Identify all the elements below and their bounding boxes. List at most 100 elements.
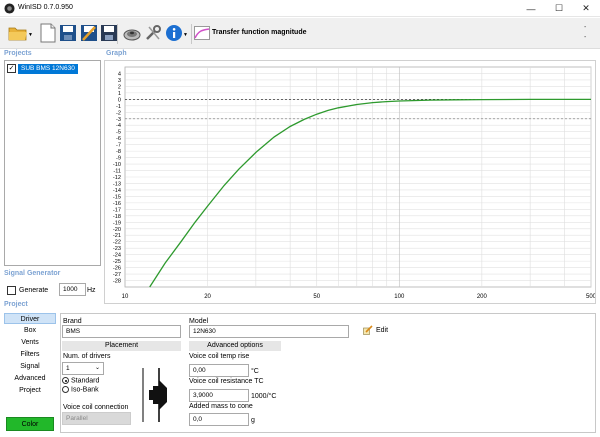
open-folder-button[interactable]	[6, 21, 30, 45]
vc-connection-label: Voice coil connection	[63, 404, 129, 411]
projects-label: Projects	[4, 50, 32, 57]
project-name[interactable]: SUB BMS 12N630	[18, 63, 78, 74]
save-as-icon	[81, 25, 97, 41]
placement-diagram-icon	[142, 368, 167, 422]
list-item[interactable]: ✓ SUB BMS 12N630	[7, 63, 78, 74]
transfer-function-chart[interactable]: 43210-1-2-3-4-5-6-7-8-9-10-11-12-13-14-1…	[105, 61, 597, 303]
vc-temp-unit: °C	[251, 368, 259, 375]
chevron-down-icon[interactable]: ▼	[183, 32, 188, 38]
standard-label: Standard	[71, 377, 100, 385]
graph-panel[interactable]: 4 3 2 1 0 -1 -2 -3 -4 -5 -6 -7 -8 -9 -10 -11 -12 -13 -14 -1…	[104, 60, 597, 304]
frequency-unit: Hz	[87, 287, 96, 294]
x-tick-label: 100	[394, 294, 405, 300]
y-tick-label: -26	[113, 266, 121, 272]
info-icon	[166, 25, 182, 41]
projects-list: ✓ SUB BMS 12N630	[4, 60, 101, 266]
y-tick-label: -3	[116, 117, 121, 123]
tab-box[interactable]: Box	[4, 325, 56, 336]
y-tick-label: 0	[118, 97, 121, 103]
y-tick-label: -10	[113, 162, 121, 168]
y-tick-label: -1	[116, 104, 121, 110]
tab-signal[interactable]: Signal	[4, 361, 56, 372]
standard-radio[interactable]: Standard	[62, 377, 99, 384]
vc-resistance-field[interactable]: 3,9000	[189, 389, 249, 402]
y-tick-label: -15	[113, 194, 121, 200]
x-tick-label: 50	[313, 294, 320, 300]
y-tick-label: -4	[116, 123, 121, 129]
graph-type-label[interactable]: Transfer function magnitude	[212, 29, 307, 36]
y-tick-label: -11	[113, 169, 121, 175]
pencil-icon	[363, 325, 373, 335]
y-tick-label: 2	[118, 84, 121, 90]
chevron-down-icon[interactable]: ▼	[28, 32, 33, 38]
num-drivers-select[interactable]: 1 ⌄	[62, 362, 104, 375]
close-button[interactable]: ✕	[572, 0, 600, 17]
placement-button[interactable]: Placement	[62, 341, 181, 351]
vc-temp-field[interactable]: 0,00	[189, 364, 249, 377]
y-tick-label: -24	[113, 253, 121, 259]
y-tick-label: 4	[118, 71, 121, 77]
x-tick-label: 500	[586, 294, 595, 300]
tab-advanced[interactable]: Advanced	[4, 373, 56, 384]
y-tick-label: -25	[113, 259, 121, 265]
graph-icon	[194, 26, 210, 40]
y-tick-label: -2	[116, 110, 121, 116]
added-mass-label: Added mass to cone	[189, 403, 253, 410]
y-tick-label: -16	[113, 201, 121, 207]
project-checkbox[interactable]: ✓	[7, 64, 16, 73]
y-tick-label: -9	[116, 156, 121, 162]
y-tick-label: -28	[113, 279, 121, 285]
brand-field[interactable]: BMS	[62, 325, 181, 338]
edit-label: Edit	[376, 326, 389, 334]
save-icon	[60, 25, 76, 41]
speaker-icon	[123, 29, 141, 41]
added-mass-field[interactable]: 0,0	[189, 413, 249, 426]
model-field[interactable]: 12N630	[189, 325, 349, 338]
vc-resistance-label: Voice coil resistance TC	[189, 378, 264, 385]
toolbar: ▼ ▼ Transfer function magnitude - -	[0, 18, 600, 49]
y-tick-label: 3	[118, 78, 121, 84]
y-tick-label: -22	[113, 240, 121, 246]
toolbar-overflow-top: -	[584, 24, 587, 31]
title-bar: WinISD 0.7.0.950 — ☐ ✕	[0, 0, 600, 17]
app-icon	[4, 3, 15, 14]
radio-selected-icon	[62, 377, 69, 384]
graph-label: Graph	[106, 50, 127, 57]
generate-checkbox[interactable]	[7, 286, 16, 295]
y-tick-label: -14	[113, 188, 121, 194]
tab-vents[interactable]: Vents	[4, 337, 56, 348]
vc-temp-label: Voice coil temp rise	[189, 353, 250, 360]
toolbar-separator	[191, 24, 192, 44]
frequency-input[interactable]: 1000	[59, 283, 86, 296]
window-title: WinISD 0.7.0.950	[18, 4, 73, 11]
color-button[interactable]: Color	[6, 417, 54, 431]
tab-project[interactable]: Project	[4, 385, 56, 396]
radio-unselected-icon	[62, 386, 69, 393]
edit-button[interactable]: Edit	[363, 325, 388, 335]
isobank-radio[interactable]: Iso-Bank	[62, 386, 99, 393]
y-tick-label: -19	[113, 220, 121, 226]
y-tick-label: -12	[113, 175, 121, 181]
new-file-icon	[40, 23, 56, 43]
x-tick-label: 10	[122, 294, 129, 300]
y-tick-label: -17	[113, 207, 121, 213]
maximize-button[interactable]: ☐	[545, 0, 573, 17]
y-tick-label: -18	[113, 214, 121, 220]
project-label: Project	[4, 301, 28, 308]
num-drivers-label: Num. of drivers	[63, 353, 111, 360]
y-tick-label: -27	[113, 272, 121, 278]
vc-resistance-unit: 1000/°C	[251, 393, 277, 400]
y-tick-label: -5	[116, 130, 121, 136]
chevron-down-icon: ⌄	[94, 365, 100, 371]
graph-type-button[interactable]	[193, 21, 211, 45]
signal-generator-label: Signal Generator	[4, 270, 61, 277]
model-label: Model	[189, 318, 209, 325]
y-tick-label: -7	[116, 143, 121, 149]
minimize-button[interactable]: —	[517, 0, 545, 17]
num-drivers-value: 1	[66, 365, 70, 372]
added-mass-unit: g	[251, 417, 255, 424]
tab-filters[interactable]: Filters	[4, 349, 56, 360]
y-tick-label: -13	[113, 181, 121, 187]
tab-driver[interactable]: Driver	[4, 313, 56, 324]
advanced-options-button[interactable]: Advanced options	[189, 341, 281, 351]
